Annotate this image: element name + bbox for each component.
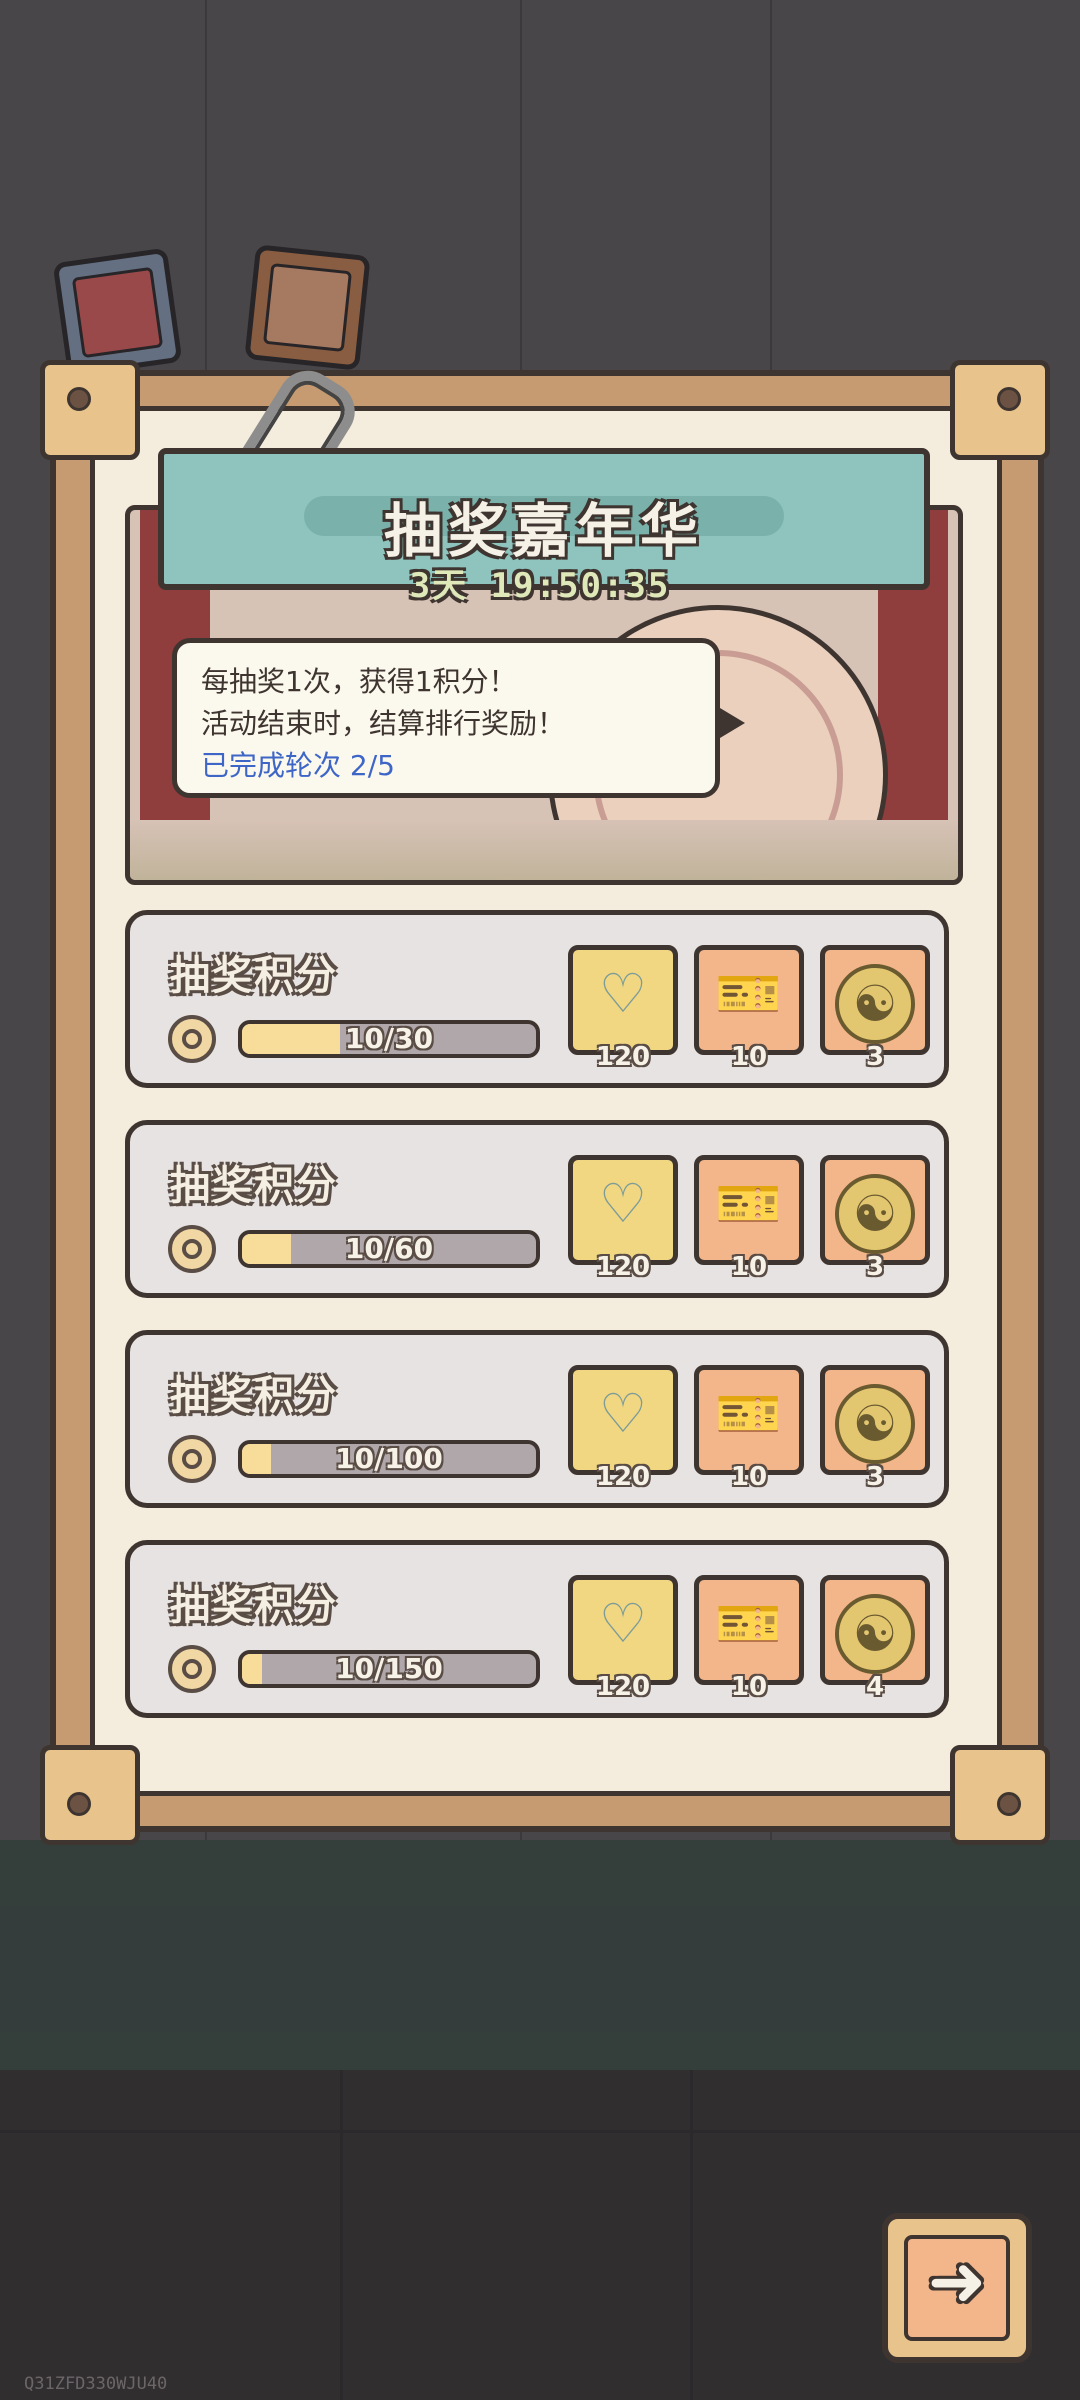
event-title: 抽奖嘉年华 — [383, 497, 704, 565]
progress-text: 10/60 — [344, 1232, 434, 1265]
next-button[interactable]: ➜ — [882, 2213, 1032, 2363]
reward-count: 3 — [865, 1042, 885, 1072]
row-label: 抽奖积分 — [170, 1163, 338, 1209]
points-icon — [168, 1645, 216, 1693]
reward-item[interactable]: ♡ 120 — [568, 1575, 678, 1702]
info-line-1: 每抽奖1次，获得1积分！ — [201, 665, 517, 698]
row-label: 抽奖积分 — [170, 1583, 338, 1629]
reward-item[interactable]: ☯ 4 — [820, 1575, 930, 1702]
info-bubble: 每抽奖1次，获得1积分！ 活动结束时，结算排行奖励！ 已完成轮次 2/5 — [172, 638, 745, 798]
reward-count: 120 — [595, 1042, 651, 1072]
panel-corner — [40, 360, 140, 460]
panel-corner — [950, 1745, 1050, 1845]
yinyang-coin-icon: ☯ — [825, 964, 925, 1044]
net-icon: ♡ — [598, 1172, 648, 1235]
panel-corner — [950, 360, 1050, 460]
points-icon — [168, 1015, 216, 1063]
progress-text: 10/150 — [335, 1652, 443, 1685]
device-watermark: Q31ZFD330WJU40 — [24, 2374, 168, 2394]
stage-floor — [130, 820, 958, 880]
progress-text: 10/30 — [344, 1022, 434, 1055]
reward-item[interactable]: 🎫 10 — [694, 1155, 804, 1282]
reward-count: 3 — [865, 1462, 885, 1492]
points-progress-bar: 10/150 — [238, 1650, 540, 1688]
points-progress-bar: 10/30 — [238, 1020, 540, 1058]
reward-item[interactable]: ♡ 120 — [568, 945, 678, 1072]
reward-item[interactable]: 🎫 10 — [694, 1365, 804, 1492]
yinyang-coin-icon: ☯ — [825, 1174, 925, 1254]
reward-row: 抽奖积分 10/30 ♡ 120 🎫 10 ☯ 3 — [125, 910, 949, 1088]
reward-count: 10 — [730, 1462, 768, 1492]
reward-count: 10 — [730, 1042, 768, 1072]
net-icon: ♡ — [598, 1592, 648, 1655]
reward-count: 120 — [595, 1462, 651, 1492]
points-icon — [168, 1225, 216, 1273]
reward-item[interactable]: ☯ 3 — [820, 1365, 930, 1492]
row-label: 抽奖积分 — [170, 1373, 338, 1419]
bubble-tail — [715, 705, 745, 741]
net-icon: ♡ — [598, 962, 648, 1025]
ticket-icon: 🎫 — [715, 1172, 783, 1235]
yinyang-coin-icon: ☯ — [825, 1594, 925, 1674]
reward-count: 10 — [730, 1672, 768, 1702]
points-icon — [168, 1435, 216, 1483]
reward-item[interactable]: ♡ 120 — [568, 1365, 678, 1492]
reward-row: 抽奖积分 10/100 ♡ 120 🎫 10 ☯ 3 — [125, 1330, 949, 1508]
ticket-icon: 🎫 — [715, 962, 783, 1025]
right-arrow-icon: ➜ — [927, 2240, 987, 2322]
reward-count: 4 — [865, 1672, 885, 1702]
reward-item[interactable]: ☯ 3 — [820, 945, 930, 1072]
countdown-timer: 3天 19:50:35 — [409, 566, 671, 606]
net-icon: ♡ — [598, 1382, 648, 1445]
reward-item[interactable]: 🎫 10 — [694, 1575, 804, 1702]
reward-count: 120 — [595, 1672, 651, 1702]
rounds-progress: 已完成轮次 2/5 — [201, 749, 395, 782]
row-label: 抽奖积分 — [170, 953, 338, 999]
panel-corner — [40, 1745, 140, 1845]
points-progress-bar: 10/100 — [238, 1440, 540, 1478]
reward-item[interactable]: 🎫 10 — [694, 945, 804, 1072]
reward-row: 抽奖积分 10/60 ♡ 120 🎫 10 ☯ 3 — [125, 1120, 949, 1298]
points-progress-bar: 10/60 — [238, 1230, 540, 1268]
ticket-icon: 🎫 — [715, 1592, 783, 1655]
reward-row: 抽奖积分 10/150 ♡ 120 🎫 10 ☯ 4 — [125, 1540, 949, 1718]
reward-count: 120 — [595, 1252, 651, 1282]
ticket-icon: 🎫 — [715, 1382, 783, 1445]
progress-text: 10/100 — [335, 1442, 443, 1475]
reward-item[interactable]: ☯ 3 — [820, 1155, 930, 1282]
info-line-2: 活动结束时，结算排行奖励！ — [201, 707, 566, 740]
reward-count: 10 — [730, 1252, 768, 1282]
yinyang-coin-icon: ☯ — [825, 1384, 925, 1464]
reward-item[interactable]: ♡ 120 — [568, 1155, 678, 1282]
reward-count: 3 — [865, 1252, 885, 1282]
